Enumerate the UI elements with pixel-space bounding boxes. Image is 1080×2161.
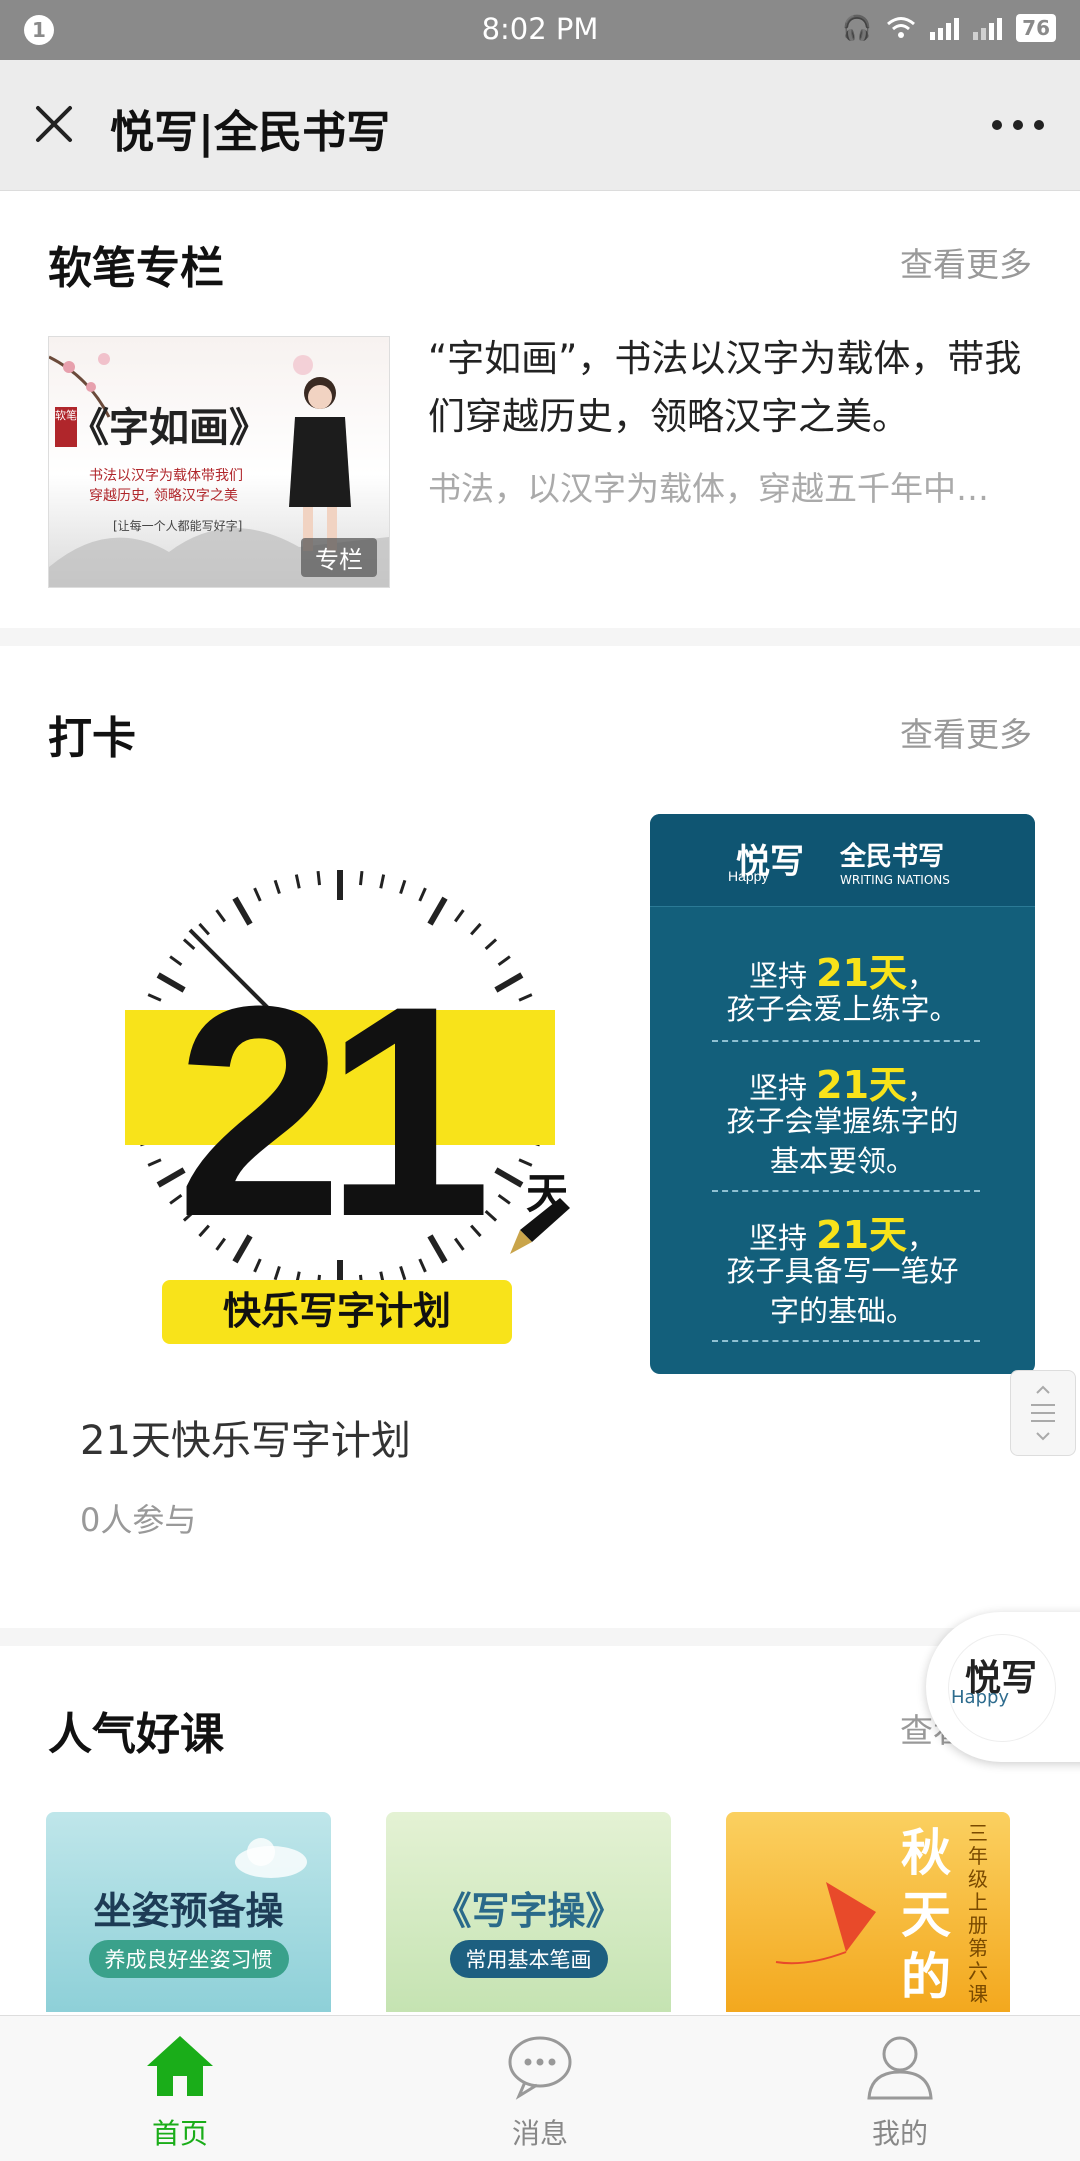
poster-header: 悦写 Happy 全民书写 WRITING NATIONS xyxy=(650,814,1035,907)
column-summary: 书法，以汉字为载体，穿越五千年中… xyxy=(428,469,989,508)
tab-home-label: 首页 xyxy=(151,2117,208,2150)
checkin-view-more-link[interactable]: 查看更多 xyxy=(900,708,1032,756)
clock-tick xyxy=(198,922,210,936)
clock-tick xyxy=(399,879,407,895)
column-badge: 专栏 xyxy=(301,538,377,577)
course-tagline: 常用基本笔画 xyxy=(449,1940,608,1978)
scroll-handle[interactable] xyxy=(1010,1370,1076,1456)
clock-tick xyxy=(484,938,498,950)
poster-divider xyxy=(712,1040,980,1042)
clock-tick xyxy=(215,909,227,923)
clock-tick xyxy=(379,874,386,889)
popular-section-title: 人气好课 xyxy=(48,1709,224,1760)
course-card[interactable]: 《写字操》 常用基本笔画 xyxy=(386,1812,671,2012)
clock-tick xyxy=(494,972,524,993)
course-title: 《写字操》 xyxy=(433,1889,624,1933)
bottom-tab-bar: 首页 消息 我的 xyxy=(0,2015,1080,2161)
checkin-poster[interactable]: 悦写 Happy 全民书写 WRITING NATIONS 坚持 21天， 孩子会爱… xyxy=(650,814,1035,1374)
poster-line-3-body-1: 孩子具备写一笔好 xyxy=(726,1254,959,1288)
floating-logo: 悦写 Happy xyxy=(948,1634,1056,1742)
clock-tick xyxy=(253,887,262,902)
clock-tick xyxy=(316,870,322,886)
clock-tick xyxy=(497,955,511,967)
clock-tick xyxy=(494,1167,524,1188)
profile-icon xyxy=(867,2036,933,2100)
battery-indicator: 76 xyxy=(1016,14,1056,42)
clock-tick xyxy=(147,993,162,1002)
status-bar: 1 8:02 PM 🎧 76 xyxy=(0,0,1080,60)
column-headline[interactable]: “字如画”，书法以汉字为载体，带我们穿越历史，领略汉字之美。 xyxy=(428,330,1028,446)
tab-messages[interactable]: 消息 xyxy=(360,2016,720,2161)
poster-logo: 悦写 Happy xyxy=(728,842,804,884)
course-tagline: 养成良好坐姿习惯 xyxy=(88,1940,289,1978)
clock-tick xyxy=(273,879,281,895)
course-tagline: 三年级上册第六课 xyxy=(968,1821,988,2006)
column-thumbnail[interactable]: 软笔 《字如画》 书法以汉字为载体带我们 穿越历史, 领略汉字之美 [让每一个人… xyxy=(48,336,390,588)
checkin-card-title[interactable]: 21天快乐写字计划 xyxy=(80,1408,411,1466)
checkin-section-header: 打卡 查看更多 xyxy=(48,702,1032,764)
course-title: 秋天的雨 xyxy=(901,1824,951,2012)
clock-number: 21 xyxy=(176,943,484,1279)
poster-line-3-body-2: 字的基础。 xyxy=(769,1294,915,1328)
wifi-icon xyxy=(887,17,916,38)
poster-brand: 全民书写 WRITING NATIONS xyxy=(840,842,950,887)
clock-tick xyxy=(147,1158,162,1167)
floating-logo-button[interactable]: 悦写 Happy xyxy=(926,1612,1080,1762)
clock-tick xyxy=(497,1193,511,1205)
tab-home[interactable]: 首页 xyxy=(0,2016,360,2161)
popular-section-header: 人气好课 查看更多 xyxy=(48,1698,1032,1760)
thumbnail-line-1: 书法以汉字为载体带我们 xyxy=(89,468,243,484)
participant-count: 0人参与 xyxy=(80,1501,197,1539)
close-icon[interactable] xyxy=(30,100,78,148)
nav-bar: 悦写|全民书写 xyxy=(0,60,1080,191)
poster-divider xyxy=(712,1340,980,1342)
thumbnail-line-2: 穿越历史, 领略汉字之美 xyxy=(89,488,238,504)
message-icon xyxy=(508,2036,572,2100)
poster-divider xyxy=(712,1190,980,1192)
kite-decoration xyxy=(775,1882,876,1965)
status-icons: 🎧 76 xyxy=(842,14,1056,42)
tab-profile-label: 我的 xyxy=(871,2117,928,2150)
section-divider xyxy=(0,1628,1080,1646)
thumbnail-title: 《字如画》 xyxy=(69,404,269,451)
clock-tick xyxy=(453,909,465,923)
headset-icon: 🎧 xyxy=(842,14,873,42)
column-view-more-link[interactable]: 查看更多 xyxy=(900,238,1032,286)
teacher-photo xyxy=(289,377,351,551)
clock-banner: 快乐写字计划 xyxy=(223,1288,451,1333)
cloud-decoration xyxy=(235,1838,307,1878)
signal-icon xyxy=(930,16,960,40)
thumbnail-footer: [让每一个人都能写好字] xyxy=(113,519,243,533)
more-options-icon[interactable] xyxy=(992,120,1044,130)
clock-illustration[interactable]: 21 天 快乐写字计划 xyxy=(120,830,580,1350)
course-card[interactable]: 坐姿预备操 养成良好坐姿习惯 xyxy=(46,1812,331,2012)
poster-line-2-body-2: 基本要领。 xyxy=(769,1144,915,1178)
clock-tick xyxy=(427,896,448,926)
column-section-title: 软笔专栏 xyxy=(48,243,224,294)
clock-tick xyxy=(358,870,364,886)
course-title: 坐姿预备操 xyxy=(93,1889,284,1933)
page-title: 悦写|全民书写 xyxy=(110,107,391,158)
clock-tick xyxy=(470,922,482,936)
poster-line-2-body-1: 孩子会掌握练字的 xyxy=(726,1104,959,1138)
clock-tick xyxy=(518,993,533,1002)
clock-tick xyxy=(232,896,253,926)
course-card[interactable]: 秋天的雨 三年级上册第六课 xyxy=(726,1812,1010,2012)
section-divider xyxy=(0,628,1080,646)
tab-messages-label: 消息 xyxy=(511,2117,568,2150)
tab-profile[interactable]: 我的 xyxy=(720,2016,1080,2161)
home-icon xyxy=(147,2036,213,2096)
clock-tick xyxy=(518,1158,533,1167)
signal-icon-2 xyxy=(973,16,1003,40)
clock-tick xyxy=(294,874,301,889)
checkin-section-title: 打卡 xyxy=(48,713,136,764)
clock-tick xyxy=(418,887,427,902)
column-section-header: 软笔专栏 查看更多 xyxy=(48,232,1032,294)
clock-tick xyxy=(484,1210,498,1222)
poster-line-1-body: 孩子会爱上练字。 xyxy=(726,992,959,1026)
